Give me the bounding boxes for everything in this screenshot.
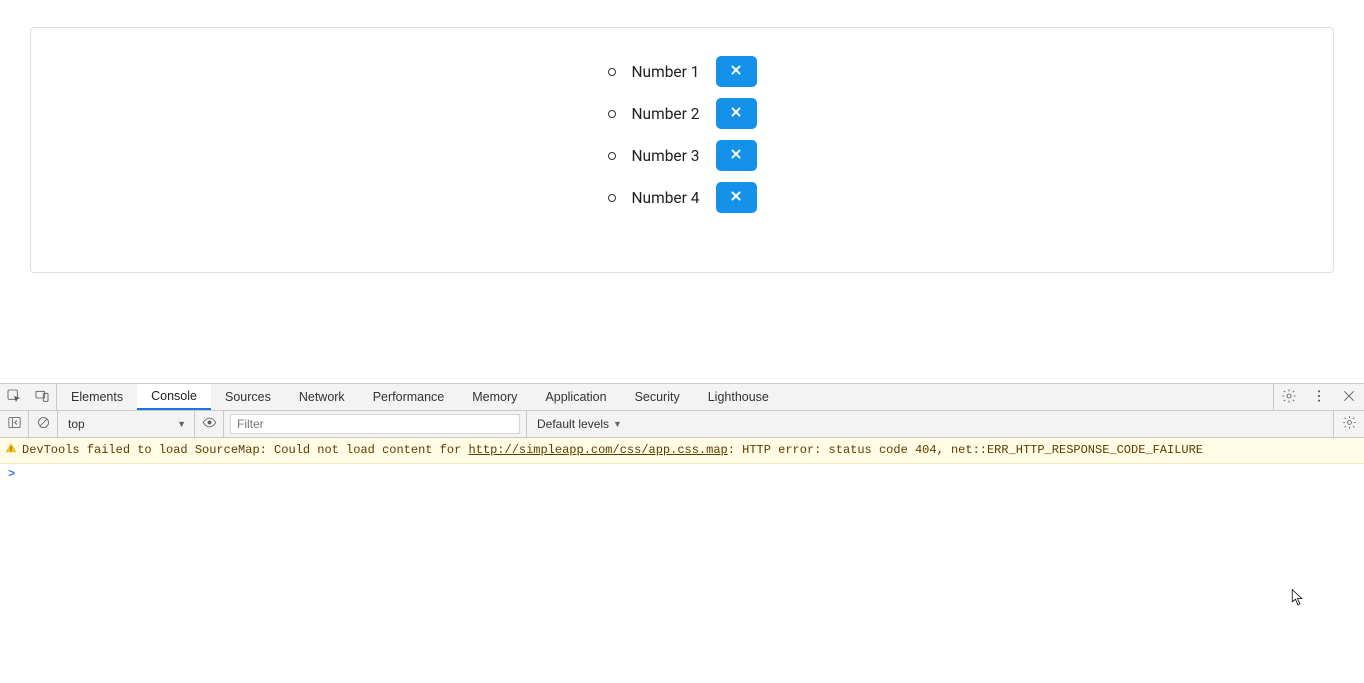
sidebar-icon: [7, 415, 22, 433]
clear-console-button[interactable]: [29, 411, 57, 437]
execution-context-selector[interactable]: top ▼: [58, 417, 194, 431]
remove-icon: [729, 63, 743, 80]
list-item: Number 2: [608, 98, 757, 129]
device-icon: [34, 388, 50, 407]
tab-network[interactable]: Network: [285, 384, 359, 410]
devtools-inspect-group: [0, 384, 57, 410]
tab-label: Memory: [472, 390, 517, 404]
levels-group: Default levels ▼: [527, 411, 1333, 437]
tab-label: Console: [151, 389, 197, 403]
list-item-label: Number 4: [632, 189, 702, 207]
log-level-selector[interactable]: Default levels ▼: [527, 411, 632, 437]
tab-security[interactable]: Security: [621, 384, 694, 410]
tab-label: Performance: [373, 390, 445, 404]
tab-elements[interactable]: Elements: [57, 384, 137, 410]
clear-icon: [36, 415, 51, 433]
remove-button[interactable]: [716, 56, 757, 87]
number-list: Number 1 Number 2 Number 3: [608, 56, 757, 224]
console-settings-button[interactable]: [1334, 411, 1364, 437]
inspect-icon: [6, 388, 22, 407]
create-live-expression-button[interactable]: [195, 411, 223, 437]
content-card: Number 1 Number 2 Number 3: [30, 27, 1334, 273]
tab-lighthouse[interactable]: Lighthouse: [694, 384, 783, 410]
console-toolbar: top ▼ Default levels ▼: [0, 411, 1364, 438]
remove-button[interactable]: [716, 140, 757, 171]
levels-label: Default levels: [537, 417, 609, 431]
settings-button[interactable]: [1274, 384, 1304, 410]
close-devtools-button[interactable]: [1334, 384, 1364, 410]
list-item-label: Number 3: [632, 147, 702, 165]
list-item: Number 3: [608, 140, 757, 171]
tab-label: Application: [545, 390, 606, 404]
list-item-label: Number 1: [632, 63, 702, 81]
list-item: Number 1: [608, 56, 757, 87]
context-label: top: [68, 417, 85, 431]
list-item-label: Number 2: [632, 105, 702, 123]
warning-icon: [5, 442, 17, 454]
console-warning-row: DevTools failed to load SourceMap: Could…: [0, 438, 1364, 464]
tab-label: Sources: [225, 390, 271, 404]
kebab-icon: [1311, 388, 1327, 407]
prompt-chevron-icon: >: [8, 467, 15, 481]
warning-text-prefix: DevTools failed to load SourceMap: Could…: [22, 443, 468, 457]
filter-group: [224, 411, 527, 437]
list-item: Number 4: [608, 182, 757, 213]
devtools-panel: Elements Console Sources Network Perform…: [0, 383, 1364, 683]
chevron-down-icon: ▼: [613, 419, 622, 429]
context-selector-group: top ▼: [58, 411, 195, 437]
tab-label: Network: [299, 390, 345, 404]
close-icon: [1341, 388, 1357, 407]
console-filter-input[interactable]: [230, 414, 520, 434]
remove-button[interactable]: [716, 182, 757, 213]
console-settings-group: [1333, 411, 1364, 437]
toggle-device-toolbar-button[interactable]: [28, 384, 56, 410]
devtools-tabbar: Elements Console Sources Network Perform…: [0, 384, 1364, 411]
remove-button[interactable]: [716, 98, 757, 129]
console-prompt[interactable]: >: [0, 464, 1364, 484]
tab-label: Security: [635, 390, 680, 404]
tab-console[interactable]: Console: [137, 384, 211, 410]
tab-sources[interactable]: Sources: [211, 384, 285, 410]
tab-performance[interactable]: Performance: [359, 384, 459, 410]
remove-icon: [729, 147, 743, 164]
remove-icon: [729, 189, 743, 206]
tab-label: Lighthouse: [708, 390, 769, 404]
gear-icon: [1281, 388, 1297, 407]
clear-console-group: [29, 411, 58, 437]
console-output[interactable]: DevTools failed to load SourceMap: Could…: [0, 438, 1364, 683]
toggle-console-sidebar-button[interactable]: [0, 411, 28, 437]
devtools-right-controls: [1273, 384, 1364, 410]
warning-text-suffix: : HTTP error: status code 404, net::ERR_…: [728, 443, 1203, 457]
live-expression-group: [195, 411, 224, 437]
gear-icon: [1342, 415, 1357, 433]
page-viewport: Number 1 Number 2 Number 3: [0, 27, 1364, 273]
eye-icon: [202, 415, 217, 433]
console-sidebar-toggle-group: [0, 411, 29, 437]
tab-memory[interactable]: Memory: [458, 384, 531, 410]
more-options-button[interactable]: [1304, 384, 1334, 410]
chevron-down-icon: ▼: [177, 419, 186, 429]
tabbar-spacer: [783, 384, 1273, 410]
warning-link[interactable]: http://simpleapp.com/css/app.css.map: [468, 443, 727, 457]
tab-label: Elements: [71, 390, 123, 404]
inspect-element-button[interactable]: [0, 384, 28, 410]
tab-application[interactable]: Application: [531, 384, 620, 410]
remove-icon: [729, 105, 743, 122]
